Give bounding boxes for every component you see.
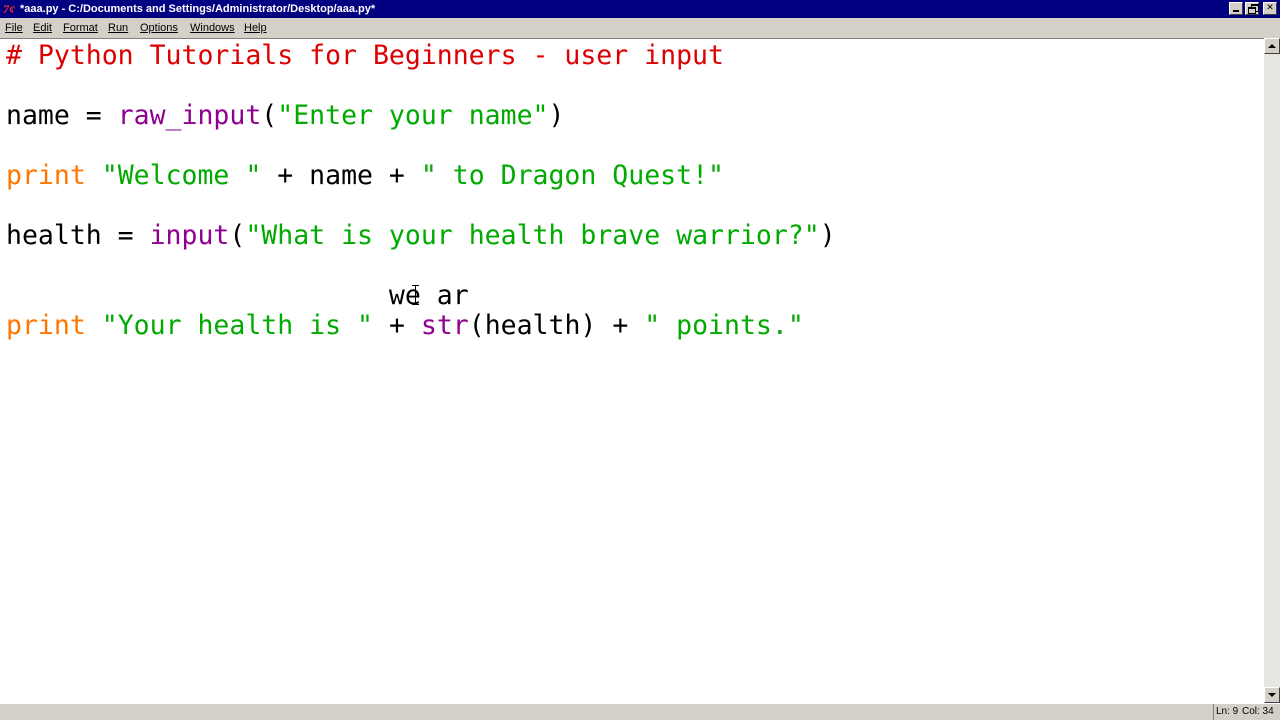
code-token-string: " to Dragon Quest!"	[420, 160, 724, 191]
menu-run-label: Run	[108, 22, 129, 34]
code-token-builtin: str	[420, 310, 469, 341]
code-token-builtin: raw_input	[117, 100, 262, 131]
idle-editor-window: 7¢ *aaa.py - C:/Documents and Settings/A…	[0, 0, 1280, 720]
close-button[interactable]: ✕	[1263, 2, 1277, 15]
code-token-keyword: print	[6, 310, 86, 341]
idle-python-icon[interactable]: 7¢	[3, 2, 18, 16]
code-line[interactable]: name = raw_input("Enter your name")	[6, 101, 836, 131]
vertical-scrollbar[interactable]	[1264, 38, 1280, 703]
code-token-plain: )	[548, 100, 565, 131]
scroll-up-button[interactable]	[1264, 38, 1280, 54]
menu-options-label: Options	[140, 22, 178, 34]
code-line[interactable]	[6, 191, 836, 221]
arrow-up-icon	[1268, 44, 1276, 48]
window-title: *aaa.py - C:/Documents and Settings/Admi…	[20, 3, 376, 15]
menu-bar: File Edit Format Run Options Windows Hel…	[0, 18, 1280, 38]
status-line-number: Ln: 9	[1213, 704, 1238, 720]
menu-run[interactable]: Run	[108, 18, 128, 38]
code-line[interactable]	[6, 251, 836, 281]
code-token-plain: name =	[6, 100, 118, 131]
code-token-string: "Welcome "	[101, 160, 262, 191]
code-line[interactable]	[6, 71, 836, 101]
code-line[interactable]: print "Your health is " + str(health) + …	[6, 311, 836, 341]
title-bar[interactable]: 7¢ *aaa.py - C:/Documents and Settings/A…	[0, 0, 1280, 18]
code-token-plain: health =	[6, 220, 150, 251]
menu-edit-label: Edit	[33, 22, 52, 34]
menu-options[interactable]: Options	[140, 18, 178, 38]
code-token-comment: # Python Tutorials for Beginners - user …	[6, 40, 724, 71]
menu-format[interactable]: Format	[63, 18, 98, 38]
menu-file[interactable]: File	[5, 18, 23, 38]
code-line[interactable]	[6, 131, 836, 161]
code-token-plain: (	[261, 100, 278, 131]
code-token-plain: + name +	[261, 160, 421, 191]
minimize-icon	[1233, 10, 1239, 12]
scroll-down-button[interactable]	[1264, 687, 1280, 703]
code-token-keyword: print	[6, 160, 86, 191]
menu-help[interactable]: Help	[244, 18, 267, 38]
minimize-button[interactable]	[1229, 2, 1243, 15]
code-token-plain: )	[819, 220, 836, 251]
code-token-plain: +	[372, 310, 421, 341]
code-token-string: "What is your health brave warrior?"	[245, 220, 820, 251]
menu-edit[interactable]: Edit	[33, 18, 52, 38]
menu-windows-label: Windows	[190, 22, 235, 34]
menu-help-label: Help	[244, 22, 267, 34]
close-icon: ✕	[1266, 3, 1274, 13]
code-token-builtin: input	[149, 220, 230, 251]
menu-windows[interactable]: Windows	[190, 18, 235, 38]
code-editor[interactable]: # Python Tutorials for Beginners - user …	[0, 38, 1264, 703]
restore-icon-front	[1248, 7, 1256, 14]
code-token-string: "Enter your name"	[277, 100, 549, 131]
code-token-string: "Your health is "	[101, 310, 373, 341]
code-line[interactable]: health = input("What is your health brav…	[6, 221, 836, 251]
menu-format-label: Format	[63, 22, 98, 34]
code-line[interactable]: # Python Tutorials for Beginners - user …	[6, 41, 836, 71]
menu-file-label: File	[5, 22, 23, 34]
status-column-number: Col: 34	[1242, 706, 1274, 717]
arrow-down-icon	[1268, 693, 1276, 697]
code-line[interactable]: print "Welcome " + name + " to Dragon Qu…	[6, 161, 836, 191]
i-beam-cursor-icon	[410, 285, 422, 305]
code-token-plain: (	[229, 220, 246, 251]
code-token-string: " points."	[644, 310, 804, 341]
code-token-plain: we ar	[6, 280, 469, 311]
status-bar: Ln: 9 Col: 34	[0, 703, 1280, 720]
restore-button[interactable]	[1245, 2, 1259, 15]
code-token-plain: (health) +	[468, 310, 645, 341]
